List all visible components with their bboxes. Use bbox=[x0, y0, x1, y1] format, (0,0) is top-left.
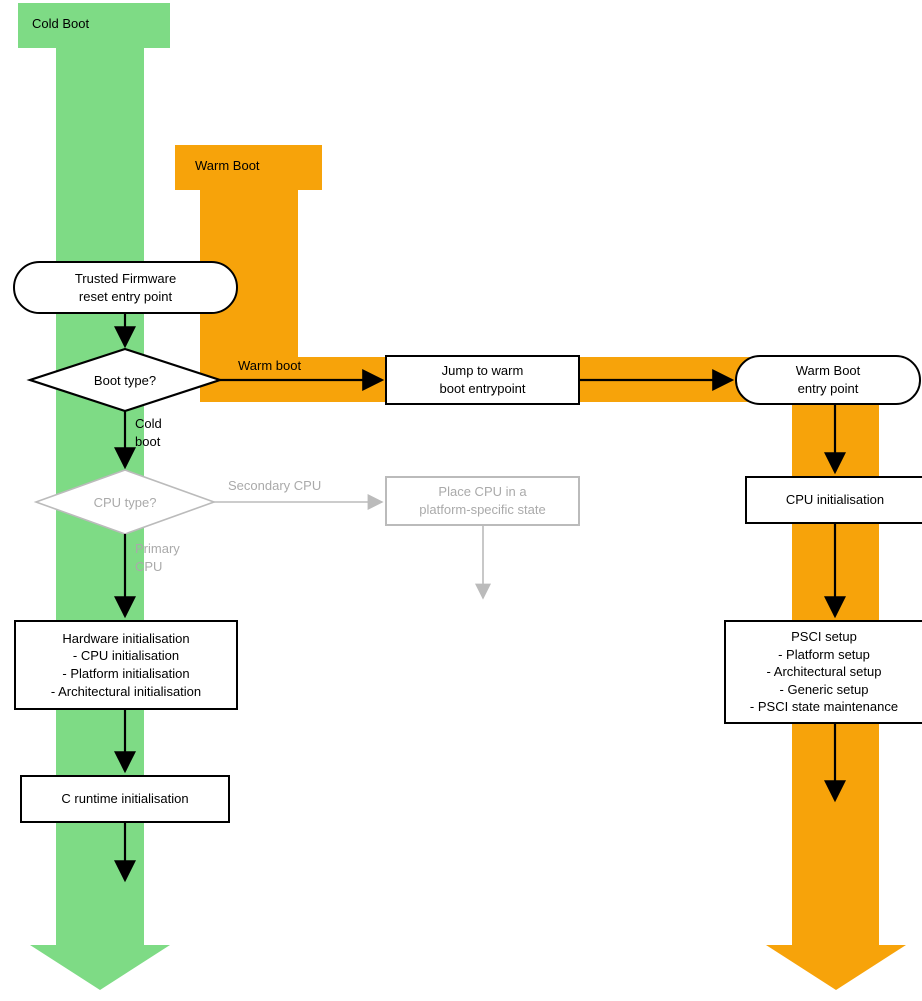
warm-boot-edge-label: Warm boot bbox=[238, 357, 301, 375]
warm-entry-node: Warm Boot entry point bbox=[735, 355, 921, 405]
place-cpu-label: Place CPU in a platform-specific state bbox=[419, 483, 545, 518]
warm-entry-label: Warm Boot entry point bbox=[796, 362, 861, 397]
psci-node: PSCI setup - Platform setup - Architectu… bbox=[724, 620, 922, 724]
cpu-init-node: CPU initialisation bbox=[745, 476, 922, 524]
hw-init-label: Hardware initialisation - CPU initialisa… bbox=[51, 630, 201, 700]
primary-cpu-edge-label: Primary CPU bbox=[135, 540, 180, 575]
reset-entry-node: Trusted Firmware reset entry point bbox=[13, 261, 238, 314]
place-cpu-node: Place CPU in a platform-specific state bbox=[385, 476, 580, 526]
reset-entry-label: Trusted Firmware reset entry point bbox=[75, 270, 176, 305]
warm-boot-banner: Warm Boot bbox=[195, 157, 260, 175]
hw-init-node: Hardware initialisation - CPU initialisa… bbox=[14, 620, 238, 710]
cpu-type-label: CPU type? bbox=[82, 494, 168, 512]
secondary-cpu-edge-label: Secondary CPU bbox=[228, 477, 321, 495]
boot-type-label: Boot type? bbox=[82, 372, 168, 390]
psci-label: PSCI setup - Platform setup - Architectu… bbox=[750, 628, 898, 716]
jump-warm-node: Jump to warm boot entrypoint bbox=[385, 355, 580, 405]
cold-boot-banner: Cold Boot bbox=[32, 15, 89, 33]
c-runtime-node: C runtime initialisation bbox=[20, 775, 230, 823]
c-runtime-label: C runtime initialisation bbox=[61, 790, 188, 808]
cold-boot-edge-label: Cold boot bbox=[135, 415, 162, 450]
cpu-init-label: CPU initialisation bbox=[786, 491, 884, 509]
jump-warm-label: Jump to warm boot entrypoint bbox=[439, 362, 525, 397]
